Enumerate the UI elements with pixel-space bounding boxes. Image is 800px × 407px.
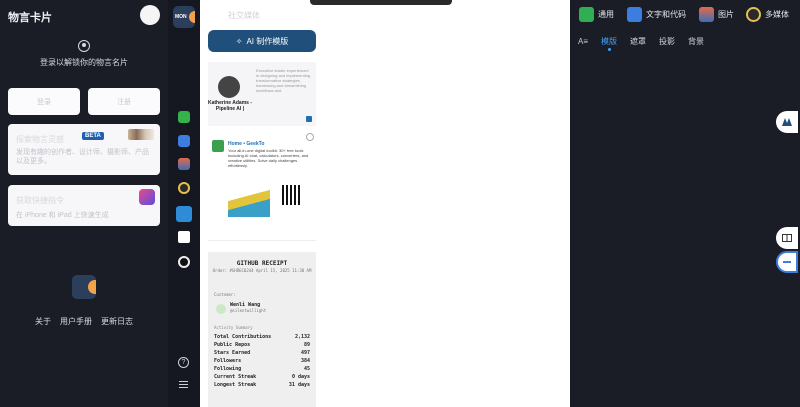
category-general[interactable]: 通用 (579, 7, 614, 22)
link-icon[interactable] (178, 111, 190, 123)
tab-background[interactable]: 背景 (688, 36, 704, 47)
book-icon (782, 234, 792, 242)
template-card-linkedin[interactable]: Katherine Adams - Pipeline AI | Executiv… (208, 62, 316, 126)
category-text-code[interactable]: 文字和代码 (627, 7, 686, 22)
preview-image (228, 183, 270, 217)
footer-link-manual[interactable]: 用户手册 (60, 316, 92, 327)
ai-template-label: AI 制作模版 (246, 36, 289, 46)
preview-canvas[interactable] (326, 0, 570, 407)
quote-icon[interactable] (178, 135, 190, 147)
receipt-row: Current Streak 0 days (214, 374, 310, 380)
explore-card-title: 探索物言灵感 (16, 135, 64, 144)
option-tabs: A≡ 模版 遮罩 投影 背景 (578, 36, 704, 51)
menu-icon[interactable] (179, 381, 188, 390)
shortcut-card-title: 获取快捷指令 (16, 196, 64, 205)
site-desc: Your all-in-one digital toolkit. 30+ fre… (228, 148, 309, 168)
image-icon (699, 7, 714, 22)
robot-icon[interactable] (178, 256, 190, 268)
receipt-row: Followers 384 (214, 358, 310, 364)
receipt-row: Longest Streak 31 days (214, 382, 310, 388)
template-section-title: 社交媒体 (228, 11, 260, 20)
footer-link-changelog[interactable]: 更新日志 (101, 316, 133, 327)
shortcut-card-desc: 在 iPhone 和 iPad 上快速生成 (16, 212, 109, 219)
left-sidebar: 物言卡片 登录以解锁你的物言名片 登录 注册 探索物言灵感 BETA 发现有趣的… (0, 0, 168, 407)
receipt-row: Total Contributions 2,132 (214, 334, 310, 340)
qr-code (282, 185, 302, 205)
site-title: Home • GeekTo (228, 141, 265, 147)
device-icon[interactable] (178, 231, 190, 243)
customer-label: Customer: (214, 292, 236, 297)
shortcuts-app-icon (139, 189, 155, 205)
tab-template[interactable]: 模版 (601, 36, 617, 51)
creators-preview-image (128, 129, 154, 140)
info-icon[interactable] (306, 133, 314, 141)
receipt-row: Following 45 (214, 366, 310, 372)
receipt-title: GITHUB RECEIPT (236, 260, 288, 267)
template-name: Katherine Adams - Pipeline AI | (208, 100, 252, 112)
tools-icon (212, 140, 224, 152)
canvas-toolbar[interactable] (310, 0, 452, 5)
linkedin-icon (306, 116, 312, 122)
minus-icon (783, 261, 791, 263)
receipt-rows: Total Contributions 2,132 Public Repos 89 … (214, 333, 310, 389)
template-card-receipt[interactable]: GITHUB RECEIPT Order: #GHREC0244 April 1… (208, 252, 316, 407)
app-logo (72, 275, 96, 299)
ai-template-button[interactable]: ✧ AI 制作模版 (208, 30, 316, 52)
customer-avatar (216, 304, 226, 314)
link-icon (579, 7, 594, 22)
explore-card[interactable]: 探索物言灵感 BETA 发现有趣的创作者、设计师、摄影师、产品以及更多。 (8, 124, 160, 175)
help-icon[interactable]: ? (178, 357, 189, 368)
login-button[interactable]: 登录 (8, 88, 80, 115)
template-list: 社交媒体 ✧ AI 制作模版 Katherine Adams - Pipelin… (200, 0, 326, 407)
media-icon[interactable] (178, 182, 190, 194)
quote-icon (627, 7, 642, 22)
adjust-icon[interactable]: A≡ (578, 37, 588, 46)
image-icon[interactable] (178, 158, 190, 170)
receipt-row: Stars Earned 497 (214, 350, 310, 356)
app-window: 物言卡片 登录以解锁你的物言名片 登录 注册 探索物言灵感 BETA 发现有趣的… (0, 0, 800, 407)
receipt-subtitle: Order: #GHREC0244 April 15, 2025 11:30 A… (212, 268, 312, 273)
tab-mask[interactable]: 遮罩 (630, 36, 646, 47)
media-icon (746, 7, 761, 22)
sparkle-icon: ✧ (235, 36, 243, 46)
explore-card-desc: 发现有趣的创作者、设计师、摄影师、产品以及更多。 (16, 149, 149, 165)
assistant-fab[interactable] (776, 111, 798, 133)
template-card-website[interactable]: Home • GeekTo Your all-in-one digital to… (208, 133, 316, 241)
rail-logo[interactable]: MON (173, 6, 195, 28)
profile-photo (218, 76, 240, 98)
footer-links: 关于 用户手册 更新日志 (0, 316, 168, 327)
user-icon (78, 40, 90, 52)
footer-link-about[interactable]: 关于 (35, 316, 51, 327)
signup-button[interactable]: 注册 (88, 88, 160, 115)
profile-avatar[interactable] (140, 5, 160, 25)
book-fab[interactable] (776, 227, 798, 249)
category-image[interactable]: 图片 (699, 7, 734, 22)
receipt-row: Public Repos 89 (214, 342, 310, 348)
logo-icon (782, 118, 792, 126)
beta-badge: BETA (82, 132, 104, 140)
collapse-fab[interactable] (776, 251, 798, 273)
icon-rail: MON ? (168, 0, 200, 407)
template-desc: Executive leader experienced in designin… (256, 68, 311, 93)
shortcut-card[interactable]: 获取快捷指令 在 iPhone 和 iPad 上快速生成 (8, 185, 160, 226)
tab-shadow[interactable]: 投影 (659, 36, 675, 47)
customer-handle: @silentwillight (230, 308, 267, 313)
options-panel: 通用 文字和代码 图片 多媒体 A≡ 模版 遮罩 投影 背景 (570, 0, 800, 407)
category-multimedia[interactable]: 多媒体 (746, 7, 789, 22)
login-prompt[interactable]: 登录以解锁你的物言名片 (0, 57, 168, 68)
activity-label: Activity Summary (214, 325, 253, 330)
social-media-icon[interactable] (176, 206, 192, 222)
app-title: 物言卡片 (8, 12, 52, 24)
